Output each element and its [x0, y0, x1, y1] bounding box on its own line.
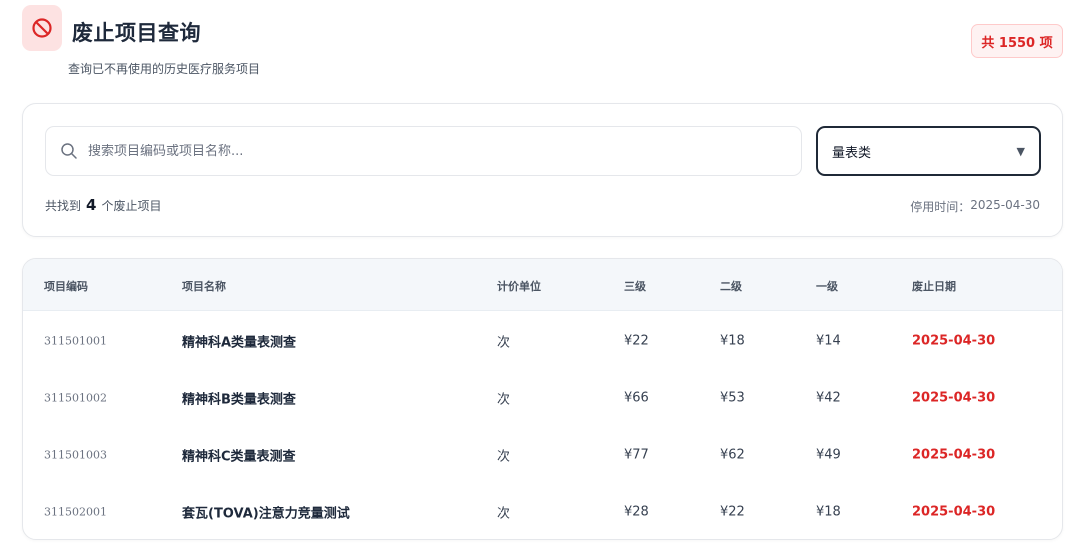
item-code: 311501002 [44, 391, 107, 404]
column-header-unit: 计价单位 [497, 280, 541, 293]
stop-time-value: 2025-04-30 [970, 198, 1040, 212]
column-header-name: 项目名称 [182, 280, 226, 293]
price-level3: ¥22 [624, 333, 649, 348]
abolish-date: 2025-04-30 [912, 447, 996, 462]
column-header-level1: 一级 [816, 280, 838, 293]
item-name: 精神科B类量表测查 [182, 392, 296, 407]
page-title: 废止项目查询 [72, 21, 201, 45]
column-header-level2: 二级 [720, 280, 742, 293]
search-icon [60, 142, 78, 160]
abolish-date: 2025-04-30 [912, 390, 996, 405]
item-unit: 次 [497, 335, 511, 350]
category-select[interactable]: 量表类 ▼ [816, 126, 1041, 176]
result-summary-prefix: 共找到 [45, 199, 82, 213]
table-row[interactable]: 311501001 精神科A类量表测查 次 ¥22 ¥18 ¥14 2025-0… [23, 312, 1062, 369]
table-header: 项目编码 项目名称 计价单位 三级 二级 一级 废止日期 [23, 259, 1062, 311]
price-level3: ¥28 [624, 504, 649, 519]
search-box[interactable] [45, 126, 802, 176]
table-row[interactable]: 311501002 精神科B类量表测查 次 ¥66 ¥53 ¥42 2025-0… [23, 369, 1062, 426]
price-level3: ¥66 [624, 390, 649, 405]
item-name: 精神科C类量表测查 [182, 449, 296, 464]
category-select-value: 量表类 [832, 145, 872, 161]
price-level1: ¥14 [816, 333, 841, 348]
table-row[interactable]: 311501003 精神科C类量表测查 次 ¥77 ¥62 ¥49 2025-0… [23, 426, 1062, 483]
item-unit: 次 [497, 392, 511, 407]
price-level1: ¥18 [816, 504, 841, 519]
price-level2: ¥22 [720, 504, 745, 519]
results-table: 项目编码 项目名称 计价单位 三级 二级 一级 废止日期 311501001 精… [22, 258, 1063, 540]
item-name: 套瓦(TOVA)注意力竞量测试 [182, 506, 350, 521]
page-subtitle: 查询已不再使用的历史医疗服务项目 [68, 62, 261, 76]
filter-panel: 量表类 ▼ 共找到 4 个废止项目 停用时间： 2025-04-30 [22, 103, 1063, 237]
item-unit: 次 [497, 449, 511, 464]
result-summary-suffix: 个废止项目 [101, 199, 162, 213]
column-header-level3: 三级 [624, 280, 646, 293]
stop-time-label: 停用时间： [910, 200, 971, 214]
item-unit: 次 [497, 506, 511, 521]
result-count: 4 [86, 196, 97, 214]
chevron-down-icon: ▼ [1016, 144, 1025, 158]
abolish-date: 2025-04-30 [912, 504, 996, 519]
table-row[interactable]: 311502001 套瓦(TOVA)注意力竞量测试 次 ¥28 ¥22 ¥18 … [23, 483, 1062, 539]
column-header-code: 项目编码 [44, 280, 88, 293]
price-level2: ¥53 [720, 390, 745, 405]
item-code: 311501001 [44, 334, 107, 347]
price-level2: ¥18 [720, 333, 745, 348]
price-level3: ¥77 [624, 447, 649, 462]
item-code: 311502001 [44, 505, 107, 518]
price-level1: ¥42 [816, 390, 841, 405]
total-count-badge: 共 1550 项 [971, 24, 1063, 58]
item-name: 精神科A类量表测查 [182, 335, 297, 350]
search-input[interactable] [88, 143, 768, 159]
price-level2: ¥62 [720, 447, 745, 462]
stop-time: 停用时间： 2025-04-30 [910, 198, 1040, 215]
prohibited-icon [22, 5, 62, 51]
item-code: 311501003 [44, 448, 107, 461]
result-summary: 共找到 4 个废止项目 [45, 196, 161, 214]
column-header-date: 废止日期 [912, 280, 956, 293]
price-level1: ¥49 [816, 447, 841, 462]
abolish-date: 2025-04-30 [912, 333, 996, 348]
